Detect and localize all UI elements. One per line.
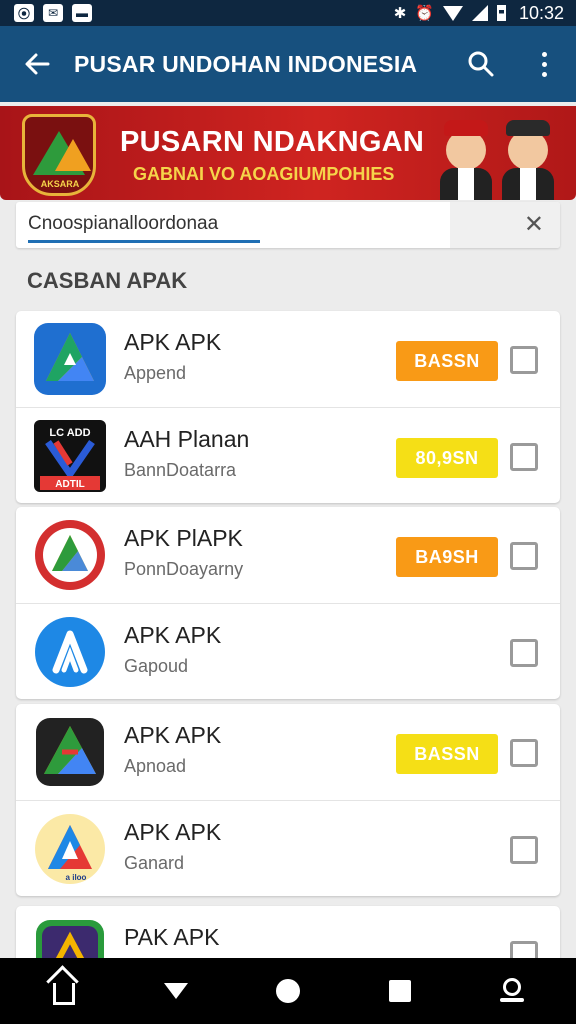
notification-icons: ⦿ ✉ ▬ xyxy=(14,4,92,22)
circle-home-icon xyxy=(276,979,300,1003)
app-checkbox[interactable] xyxy=(510,346,538,374)
app-title: APK PlAPK xyxy=(124,525,243,551)
search-input[interactable] xyxy=(28,210,448,238)
app-title: PUSAR UNDOHAN INDONESIA xyxy=(74,50,418,77)
svg-text:a iloo: a iloo xyxy=(66,873,87,882)
more-dot-icon xyxy=(541,71,547,77)
app-checkbox[interactable] xyxy=(510,739,538,767)
nav-recents-button[interactable] xyxy=(368,958,432,1024)
app-title: APK APK xyxy=(124,722,222,748)
emblem-text: AKSARA xyxy=(41,179,80,189)
wifi-icon xyxy=(442,5,463,21)
app-subtitle: Ganard xyxy=(124,853,185,873)
nav-assistant-button[interactable] xyxy=(480,958,544,1024)
home-outline-button[interactable] xyxy=(32,958,96,1024)
app-subtitle: Apnoad xyxy=(124,756,187,776)
mail-notification-icon: ✉ xyxy=(43,4,63,22)
app-action-button[interactable]: BASSN xyxy=(396,734,498,774)
more-options-button[interactable] xyxy=(512,26,576,102)
more-dot-icon xyxy=(541,61,547,67)
back-button[interactable] xyxy=(0,26,74,102)
more-dot-icon xyxy=(541,51,547,57)
adapp-app-icon: LC ADD ADTIL xyxy=(34,420,106,492)
app-card: PAK APK xyxy=(16,906,560,966)
app-list-item[interactable]: APK APK Gapoud xyxy=(16,603,560,699)
green-triangle-app-icon xyxy=(34,323,106,395)
app-title: AAH Planan xyxy=(124,426,250,452)
app-subtitle: PonnDoayarny xyxy=(124,559,244,579)
app-bar: PUSAR UNDOHAN INDONESIA xyxy=(0,26,576,102)
status-bar: ⦿ ✉ ▬ ✱ ⏰ 10:32 xyxy=(0,0,576,26)
emblem-triangle-icon xyxy=(55,139,91,171)
red-circle-app-icon xyxy=(34,519,106,591)
svg-text:AKSARA: AKSARA xyxy=(41,179,80,189)
app-card: APK APK Append BASSN LC ADD ADTIL AAH Pl… xyxy=(16,311,560,503)
drive-triangle-app-icon xyxy=(34,716,106,788)
search-bar: ✕ xyxy=(16,202,560,248)
close-icon[interactable]: ✕ xyxy=(524,210,544,239)
app-subtitle: Gapoud xyxy=(124,656,189,676)
image-notification-icon: ▬ xyxy=(72,4,92,22)
search-button[interactable] xyxy=(450,26,512,102)
app-action-button[interactable]: 80,9SN xyxy=(396,438,498,478)
app-subtitle: Append xyxy=(124,363,187,383)
app-checkbox[interactable] xyxy=(510,836,538,864)
svg-text:ADTIL: ADTIL xyxy=(55,479,84,490)
app-subtitle: BannDoatarra xyxy=(124,460,237,480)
app-checkbox[interactable] xyxy=(510,443,538,471)
banner-emblem: AKSARA xyxy=(22,114,96,196)
blue-a-app-icon xyxy=(34,616,106,688)
cartoon-person-illustration xyxy=(438,120,494,200)
alarm-icon: ⏰ xyxy=(415,4,434,22)
promo-banner[interactable]: AKSARA PUSARN NDAKNGAN GABNAI VO AOAGIUM… xyxy=(0,106,576,200)
svg-text:LC ADD: LC ADD xyxy=(49,427,90,439)
app-card: APK APK Apnoad BASSN a iloo APK APK Gana… xyxy=(16,704,560,896)
app-title: PAK APK xyxy=(124,924,220,950)
battery-icon xyxy=(496,5,506,21)
nav-back-button[interactable] xyxy=(144,958,208,1024)
system-status-icons: ✱ ⏰ 10:32 xyxy=(394,3,564,24)
nav-home-button[interactable] xyxy=(256,958,320,1024)
app-list-item[interactable]: PAK APK xyxy=(16,906,560,966)
yellow-a-app-icon: a iloo xyxy=(34,813,106,885)
app-action-button[interactable]: BASSN xyxy=(396,341,498,381)
app-title: APK APK xyxy=(124,329,222,355)
back-icon xyxy=(164,983,188,999)
search-underline xyxy=(28,240,260,243)
app-card: APK PlAPK PonnDoayarny BA9SH APK APK Gap… xyxy=(16,507,560,699)
app-checkbox[interactable] xyxy=(510,639,538,667)
app-list-item[interactable]: APK APK Apnoad BASSN xyxy=(16,704,560,800)
app-list-item[interactable]: a iloo APK APK Ganard xyxy=(16,800,560,896)
system-navigation-bar xyxy=(0,958,576,1024)
bluetooth-icon: ✱ xyxy=(393,4,407,22)
app-title: APK APK xyxy=(124,622,222,648)
app-list-item[interactable]: LC ADD ADTIL AAH Planan BannDoatarra 80,… xyxy=(16,407,560,503)
signal-icon xyxy=(471,5,488,21)
arrow-left-icon xyxy=(25,53,50,75)
camera-notification-icon: ⦿ xyxy=(14,4,34,22)
banner-subtitle: GABNAI VO AOAGIUMPOHIES xyxy=(133,164,395,184)
section-heading: CASBAN APAK xyxy=(27,268,188,293)
banner-title: PUSARN NDAKNGAN xyxy=(120,126,425,158)
app-checkbox[interactable] xyxy=(510,542,538,570)
app-list-item[interactable]: APK APK Append BASSN xyxy=(16,311,560,407)
app-title: APK APK xyxy=(124,819,222,845)
person-icon xyxy=(500,978,524,1004)
search-icon xyxy=(468,51,494,77)
recents-icon xyxy=(389,980,411,1002)
app-action-button[interactable]: BA9SH xyxy=(396,537,498,577)
home-icon xyxy=(53,983,75,1005)
cartoon-person-illustration xyxy=(500,120,556,200)
status-time: 10:32 xyxy=(518,2,564,23)
app-list-item[interactable]: APK PlAPK PonnDoayarny BA9SH xyxy=(16,507,560,603)
